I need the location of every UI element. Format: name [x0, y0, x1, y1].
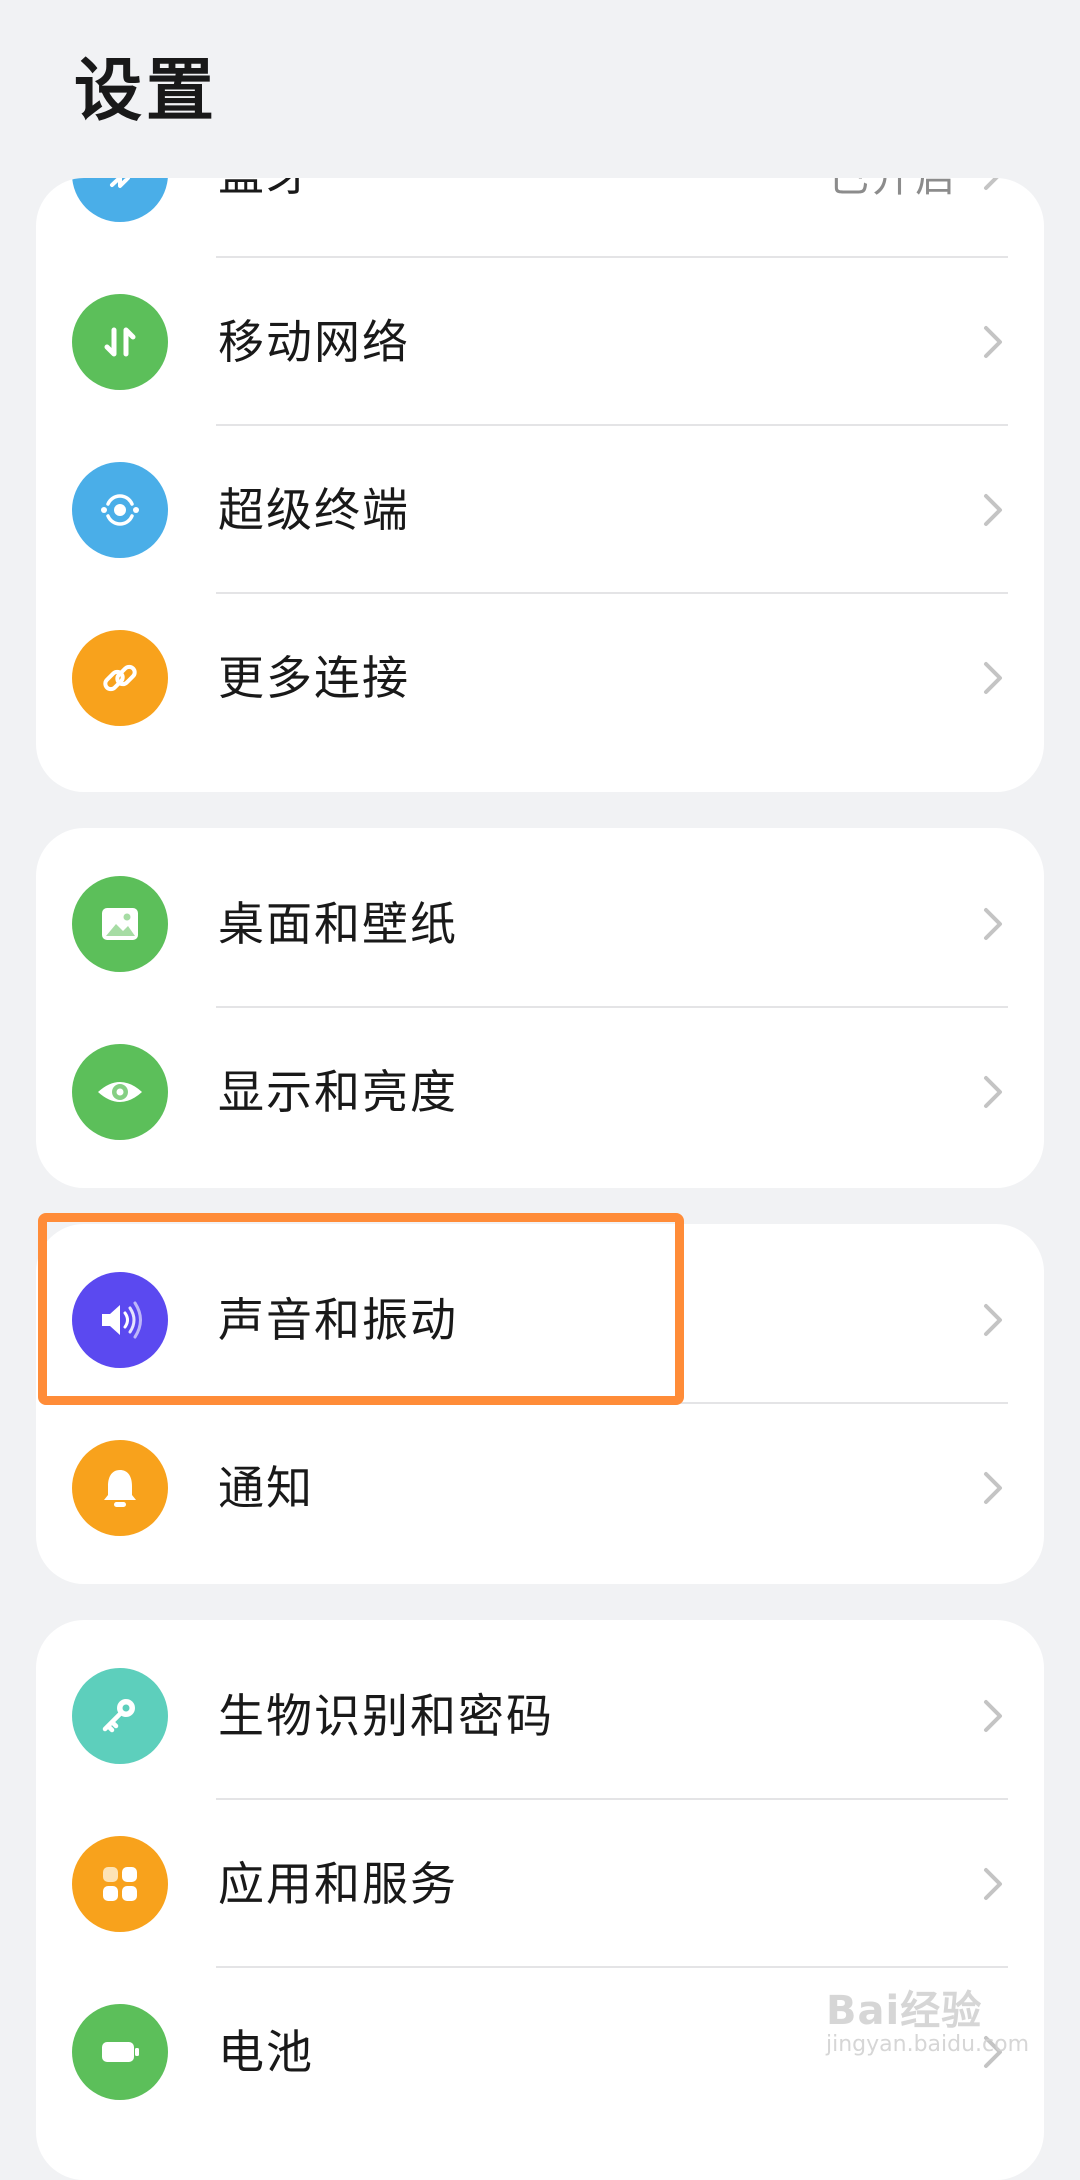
chevron-right-icon [984, 1868, 1002, 1900]
key-icon [72, 1668, 168, 1764]
settings-item-notifications[interactable]: 通知 [36, 1404, 1044, 1572]
link-icon [72, 630, 168, 726]
bell-icon [72, 1440, 168, 1536]
super-terminal-icon [72, 462, 168, 558]
image-icon [72, 876, 168, 972]
bluetooth-icon [72, 178, 168, 222]
chevron-right-icon [984, 494, 1002, 526]
highlight-annotation-box [38, 1213, 684, 1405]
chevron-right-icon [984, 1472, 1002, 1504]
settings-item-label: 生物识别和密码 [218, 1689, 554, 1743]
chevron-right-icon [984, 1304, 1002, 1336]
chevron-right-icon [984, 1700, 1002, 1732]
settings-group-system: 生物识别和密码 应用和服务 电池 [36, 1620, 1044, 2180]
bluetooth-status: 已开启 [829, 178, 958, 201]
settings-group-display: 桌面和壁纸 显示和亮度 [36, 828, 1044, 1188]
settings-item-super-terminal[interactable]: 超级终端 [36, 426, 1044, 594]
chevron-right-icon [984, 1076, 1002, 1108]
baidu-watermark: Bai经验 jingyan.baidu.com [826, 1978, 1029, 2057]
apps-icon [72, 1836, 168, 1932]
settings-item-mobile-network[interactable]: 移动网络 [36, 258, 1044, 426]
settings-item-label: 通知 [218, 1461, 314, 1515]
mobile-data-icon [72, 294, 168, 390]
settings-item-more-connections[interactable]: 更多连接 [36, 594, 1044, 762]
watermark-brand: Bai经验 [826, 1988, 983, 2034]
settings-item-label: 显示和亮度 [218, 1065, 458, 1119]
settings-item-biometrics-password[interactable]: 生物识别和密码 [36, 1632, 1044, 1800]
settings-item-label: 电池 [218, 2025, 314, 2079]
settings-item-desktop-wallpaper[interactable]: 桌面和壁纸 [36, 840, 1044, 1008]
page-title: 设置 [74, 52, 219, 131]
watermark-url: jingyan.baidu.com [826, 2032, 1030, 2057]
battery-icon [72, 2004, 168, 2100]
chevron-right-icon [984, 662, 1002, 694]
settings-group-connections: 蓝牙 已开启 移动网络 超级终端 更多连接 [36, 178, 1044, 792]
settings-item-label: 应用和服务 [218, 1857, 458, 1911]
settings-item-apps-services[interactable]: 应用和服务 [36, 1800, 1044, 1968]
chevron-right-icon [984, 326, 1002, 358]
eye-icon [72, 1044, 168, 1140]
chevron-right-icon [984, 178, 999, 190]
settings-item-label: 超级终端 [218, 483, 410, 537]
settings-item-display-brightness[interactable]: 显示和亮度 [36, 1008, 1044, 1176]
settings-item-label: 移动网络 [218, 315, 410, 369]
settings-item-label: 蓝牙 [218, 178, 314, 204]
chevron-right-icon [984, 908, 1002, 940]
settings-item-label: 更多连接 [218, 651, 410, 705]
settings-item-bluetooth[interactable]: 蓝牙 已开启 [36, 178, 1044, 258]
settings-item-label: 桌面和壁纸 [218, 897, 458, 951]
